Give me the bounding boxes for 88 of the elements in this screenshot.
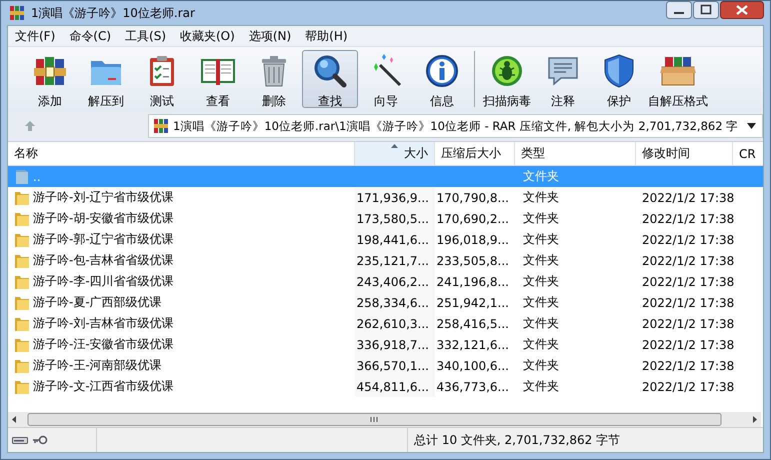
file-row[interactable]: 游子吟-汪-安徽省市级优课 336,918,7... 332,121,6... 文件夹 2022/1/2 17:38 — [8, 334, 763, 355]
toolbar-button[interactable]: 添加 — [22, 50, 78, 108]
toolbar-button[interactable]: 扫描病毒 — [479, 50, 535, 108]
table-cell: 332,121,6... — [436, 338, 509, 352]
menu-item[interactable]: 文件(F) — [8, 28, 62, 44]
table-cell: 文件夹 — [523, 357, 559, 374]
menu-item[interactable]: 工具(S) — [118, 28, 173, 44]
table-cell: 366,570,1... — [356, 358, 429, 372]
table-cell: 340,100,6... — [436, 358, 509, 372]
file-name: 游子吟-刘-辽宁省市级优课 — [33, 189, 174, 206]
table-cell: 2022/1/2 17:38 — [642, 296, 734, 310]
menu-item[interactable]: 收藏夹(O) — [173, 28, 242, 44]
table-cell: 196,018,9... — [436, 232, 509, 246]
column-header[interactable]: 类型 — [515, 142, 636, 165]
table-cell: 336,918,7... — [356, 338, 429, 352]
toolbar-button[interactable]: 查找 — [302, 50, 358, 108]
table-cell: 2022/1/2 17:38 — [642, 232, 734, 246]
table-cell: 2022/1/2 17:38 — [642, 190, 734, 204]
toolbar-button[interactable]: 解压到 — [78, 50, 134, 108]
table-cell: 2022/1/2 17:38 — [642, 316, 734, 330]
table-cell: 198,441,6... — [356, 232, 429, 246]
table-cell: 文件夹 — [523, 294, 559, 311]
file-name: 游子吟-王-河南部级优课 — [33, 357, 162, 374]
toolbar-button[interactable]: 自解压格式 — [647, 50, 709, 108]
window-title: 1演唱《游子吟》10位老师.rar — [31, 4, 196, 22]
file-name: 游子吟-刘-吉林省市级优课 — [33, 315, 174, 332]
file-name: 游子吟-胡-安徽省市级优课 — [33, 210, 174, 227]
table-cell: 文件夹 — [523, 378, 559, 395]
table-cell: 258,334,6... — [356, 296, 429, 310]
table-cell: 235,121,7... — [356, 254, 429, 268]
table-cell: 文件夹 — [523, 168, 559, 185]
file-name: 游子吟-李-四川省省级优课 — [33, 273, 174, 290]
table-cell: 170,790,8... — [436, 190, 509, 204]
file-row[interactable]: 游子吟-刘-辽宁省市级优课 171,936,9... 170,790,8... 文件夹 2022/1/2 17:38 — [8, 187, 763, 208]
table-cell: 251,942,1... — [436, 296, 509, 310]
column-header[interactable]: 压缩后大小 — [435, 142, 515, 165]
table-cell: 文件夹 — [523, 336, 559, 353]
toolbar-button[interactable]: 保护 — [591, 50, 647, 108]
file-row[interactable]: 游子吟-夏-广西部级优课 258,334,6... 251,942,1... 文件夹 2022/1/2 17:38 — [8, 292, 763, 313]
file-name: .. — [33, 170, 41, 184]
table-cell: 文件夹 — [523, 231, 559, 248]
toolbar-button[interactable]: 向导 — [358, 50, 414, 108]
toolbar-button[interactable]: 删除 — [246, 50, 302, 108]
table-cell: 173,580,5... — [356, 212, 429, 226]
table-cell: 文件夹 — [523, 252, 559, 269]
toolbar-button[interactable]: 查看 — [190, 50, 246, 108]
table-cell: 2022/1/2 17:38 — [642, 338, 734, 352]
table-cell: 2022/1/2 17:38 — [642, 212, 734, 226]
table-cell: 文件夹 — [523, 273, 559, 290]
table-cell: 2022/1/2 17:38 — [642, 380, 734, 394]
toolbar-button[interactable]: 测试 — [134, 50, 190, 108]
file-row[interactable]: 游子吟-郭-辽宁省市级优课 198,441,6... 196,018,9... 文件夹 2022/1/2 17:38 — [8, 229, 763, 250]
file-row[interactable]: 游子吟-包-吉林省省级优课 235,121,7... 233,505,8... 文件夹 2022/1/2 17:38 — [8, 250, 763, 271]
table-cell: 2022/1/2 17:38 — [642, 274, 734, 288]
table-cell: 243,406,2... — [356, 274, 429, 288]
table-cell: 233,505,8... — [436, 254, 509, 268]
address-field[interactable]: 1演唱《游子吟》10位老师.rar\1演唱《游子吟》10位老师 - RAR 压缩文件, 解包大小为 2,701,732,862 字 — [148, 114, 763, 138]
table-cell: 454,811,6... — [356, 380, 429, 394]
column-header[interactable]: CR — [733, 142, 761, 165]
table-cell: 436,773,6... — [436, 380, 509, 394]
table-cell: 2022/1/2 17:38 — [642, 254, 734, 268]
file-name: 游子吟-包-吉林省省级优课 — [33, 252, 174, 269]
file-name: 游子吟-汪-安徽省市级优课 — [33, 336, 174, 353]
table-cell: 241,196,8... — [436, 274, 509, 288]
column-header[interactable]: 修改时间 — [636, 142, 733, 165]
file-name: 游子吟-文-江西省市级优课 — [33, 378, 174, 395]
table-cell: 171,936,9... — [356, 190, 429, 204]
file-name: 游子吟-郭-辽宁省市级优课 — [33, 231, 174, 248]
toolbar-button[interactable]: 信息 — [414, 50, 470, 108]
table-cell: 262,610,3... — [356, 316, 429, 330]
menu-item[interactable]: 命令(C) — [62, 28, 118, 44]
table-cell: 文件夹 — [523, 210, 559, 227]
file-name: 游子吟-夏-广西部级优课 — [33, 294, 162, 311]
file-row[interactable]: 游子吟-王-河南部级优课 366,570,1... 340,100,6... 文件夹 2022/1/2 17:38 — [8, 355, 763, 376]
table-cell: 170,690,2... — [436, 212, 509, 226]
table-cell: 文件夹 — [523, 315, 559, 332]
table-cell: 258,416,5... — [436, 316, 509, 330]
menu-item[interactable]: 帮助(H) — [298, 28, 355, 44]
table-cell: 文件夹 — [523, 189, 559, 206]
table-cell: 2022/1/2 17:38 — [642, 358, 734, 372]
toolbar-button[interactable]: 注释 — [535, 50, 591, 108]
file-row[interactable]: 游子吟-胡-安徽省市级优课 173,580,5... 170,690,2... 文件夹 2022/1/2 17:38 — [8, 208, 763, 229]
file-row[interactable]: 游子吟-刘-吉林省市级优课 262,610,3... 258,416,5... 文件夹 2022/1/2 17:38 — [8, 313, 763, 334]
menu-item[interactable]: 选项(N) — [242, 28, 298, 44]
column-header[interactable]: 大小 — [355, 142, 435, 165]
file-row[interactable]: 游子吟-李-四川省省级优课 243,406,2... 241,196,8... 文件夹 2022/1/2 17:38 — [8, 271, 763, 292]
status-text: 总计 10 文件夹, 2,701,732,862 字节 — [414, 432, 620, 448]
file-row[interactable]: 游子吟-文-江西省市级优课 454,811,6... 436,773,6... 文件夹 2022/1/2 17:38 — [8, 376, 763, 397]
